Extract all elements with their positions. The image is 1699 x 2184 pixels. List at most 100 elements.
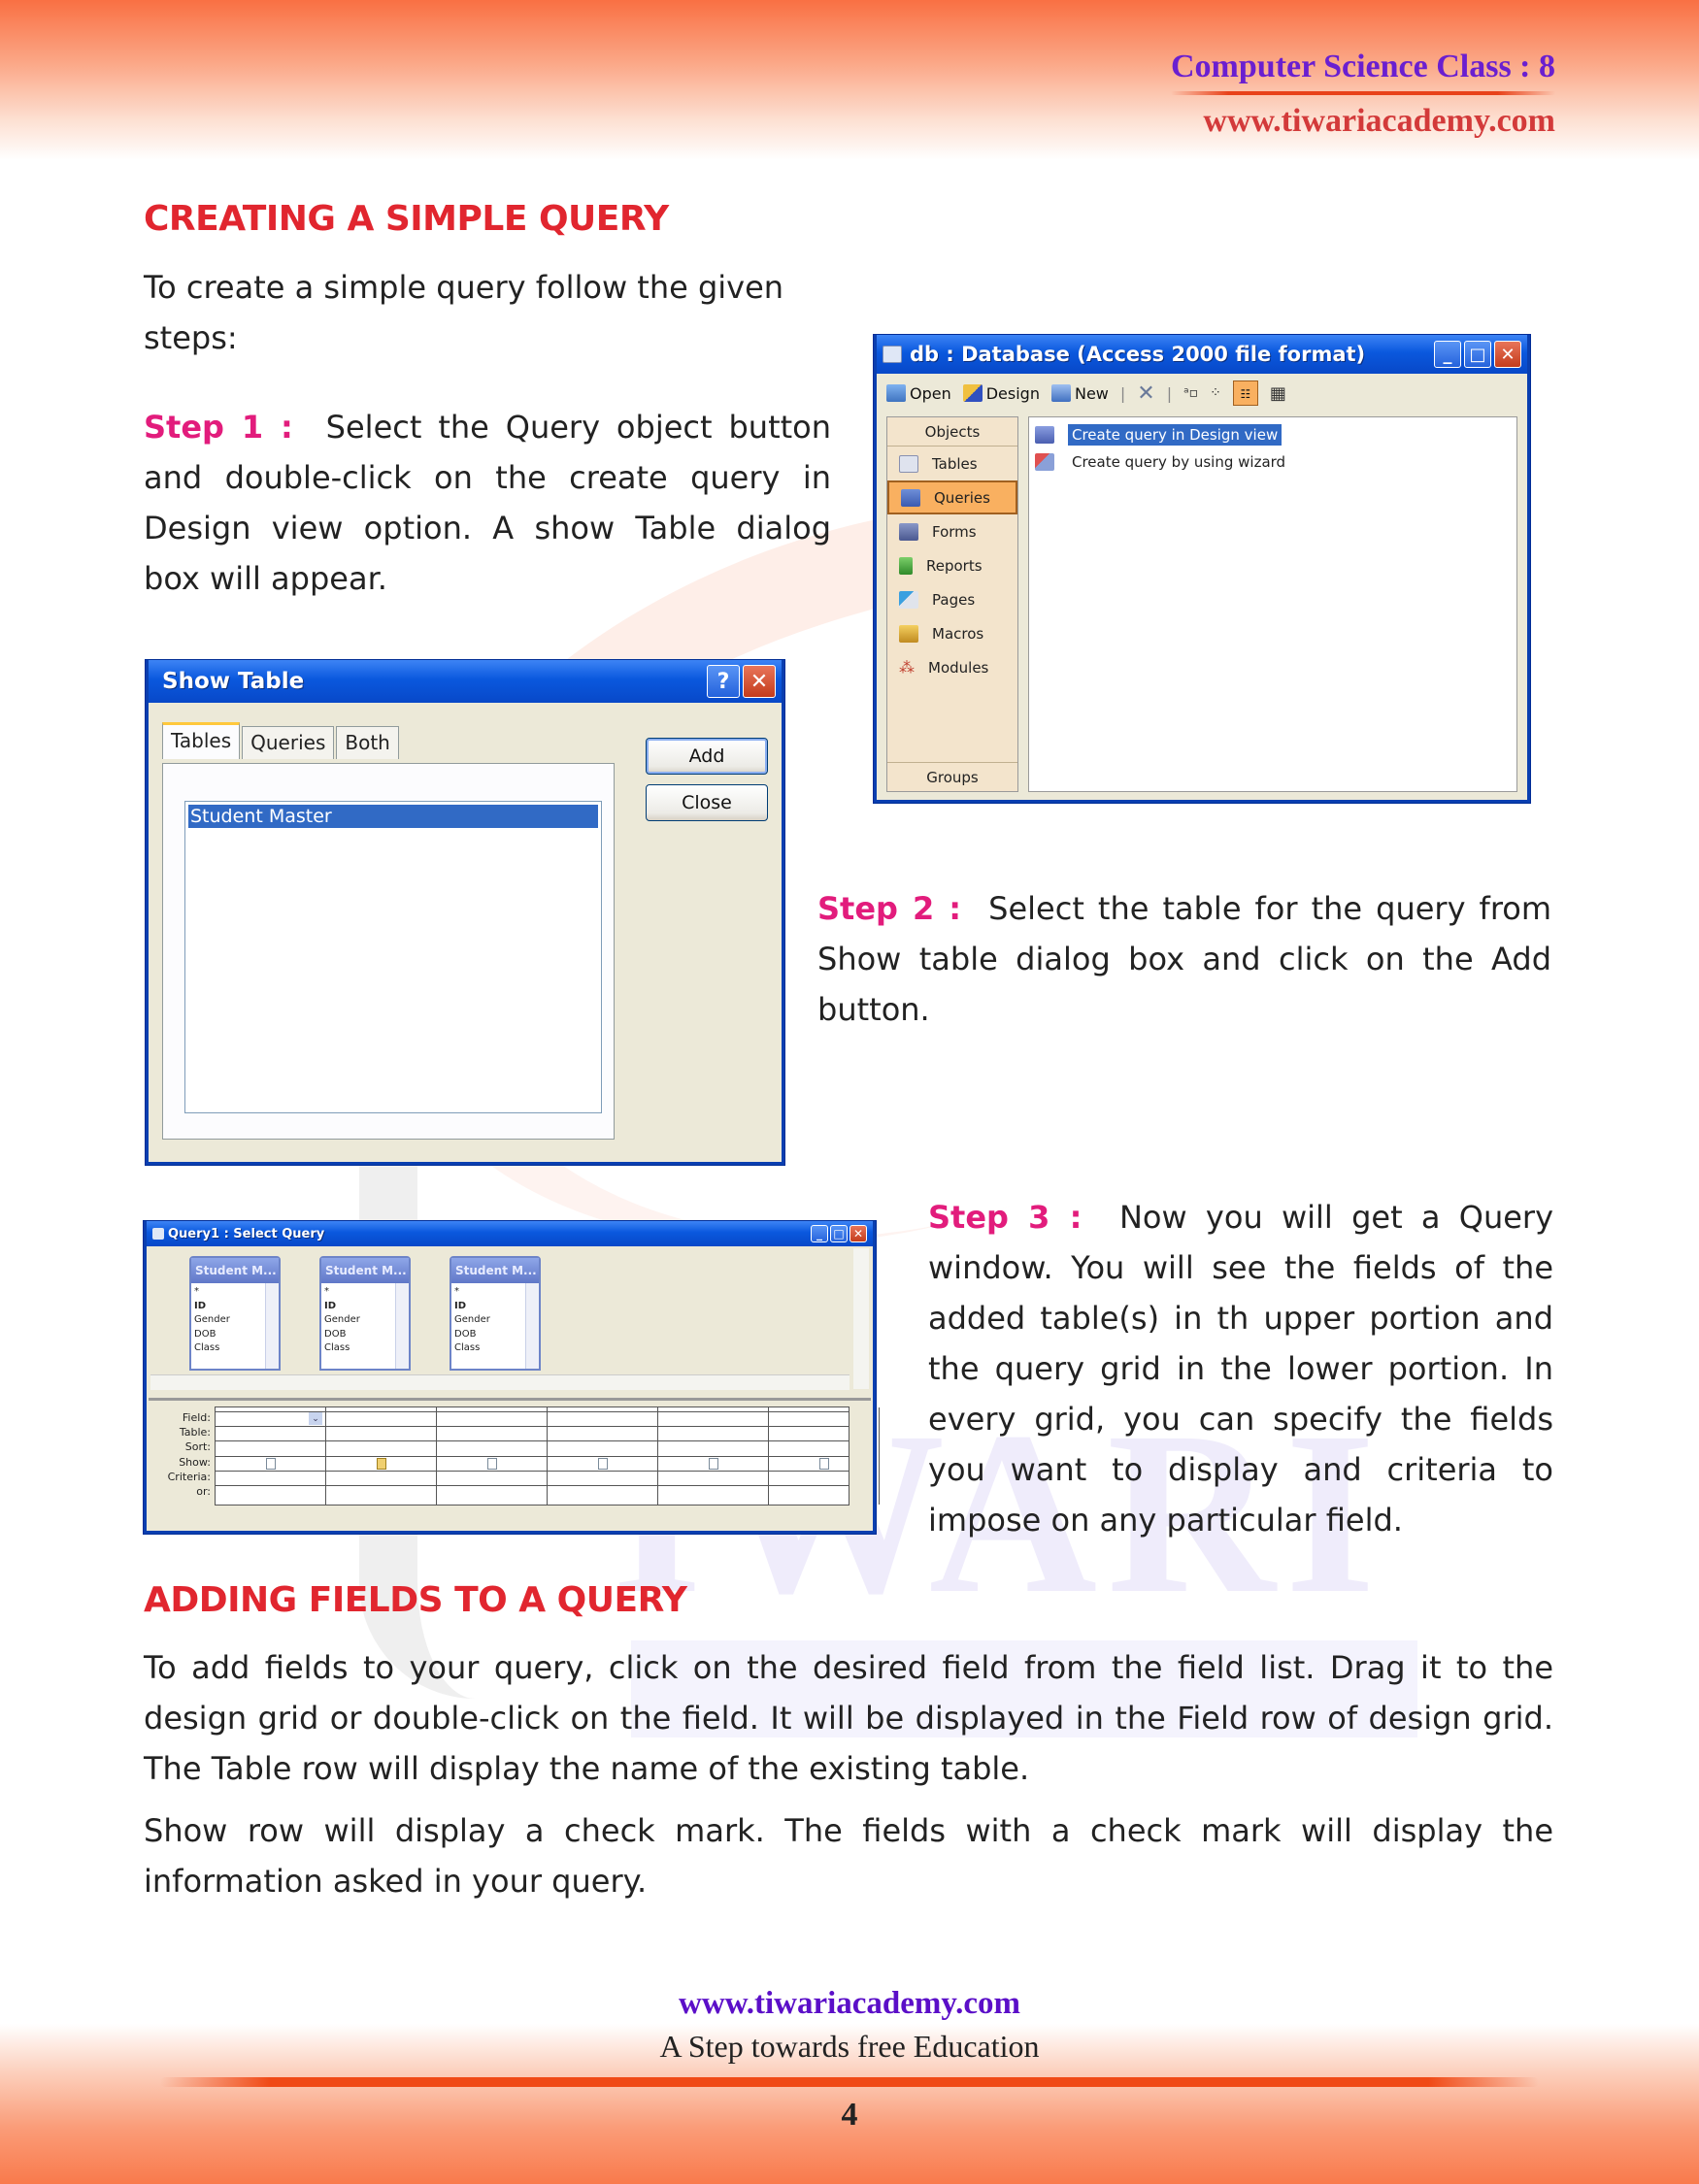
details-view-icon[interactable]: ▦ xyxy=(1270,383,1286,404)
page-header: Computer Science Class : 8 www.tiwariaca… xyxy=(1171,49,1555,140)
sidebar-item-macros[interactable]: Macros xyxy=(887,616,1017,650)
sidebar-item-label: Reports xyxy=(926,556,983,575)
database-window-titlebar[interactable]: db : Database (Access 2000 file format) … xyxy=(877,335,1527,374)
show-checkbox[interactable] xyxy=(819,1457,829,1470)
minimize-button[interactable]: _ xyxy=(811,1225,828,1242)
header-url[interactable]: www.tiwariacademy.com xyxy=(1171,103,1555,140)
show-checkbox[interactable] xyxy=(598,1457,608,1470)
table-pane-horizontal-scrollbar[interactable] xyxy=(150,1374,850,1390)
toolbar-new-button[interactable]: New xyxy=(1050,383,1109,403)
show-checkbox[interactable] xyxy=(377,1457,386,1470)
large-icons-view-icon[interactable]: ᵃ▫ xyxy=(1183,385,1198,401)
sidebar-item-reports[interactable]: Reports xyxy=(887,548,1017,582)
database-window: db : Database (Access 2000 file format) … xyxy=(874,335,1530,803)
field-list-scrollbar[interactable] xyxy=(525,1283,539,1369)
field-list-scrollbar[interactable] xyxy=(395,1283,409,1369)
design-grid-pane: Field: Table: Sort: Show: Criteria: or: … xyxy=(149,1398,880,1529)
close-button[interactable]: Close xyxy=(646,784,768,821)
field-list[interactable]: Student M... * ID Gender DOB Class xyxy=(189,1256,281,1371)
step-2: Step 2 : Select the table for the query … xyxy=(817,883,1551,1035)
toolbar-open-button[interactable]: Open xyxy=(886,384,951,403)
table-icon xyxy=(899,454,918,473)
database-window-title: db : Database (Access 2000 file format) xyxy=(910,343,1366,366)
step-1-label: Step 1 : xyxy=(144,409,293,446)
footer-url[interactable]: www.tiwariacademy.com xyxy=(0,1986,1699,2022)
list-item-label: Create query in Design view xyxy=(1068,424,1283,446)
groups-header[interactable]: Groups xyxy=(887,762,1017,791)
new-icon xyxy=(1050,384,1071,402)
header-title: Computer Science Class : 8 xyxy=(1171,49,1555,84)
field-list[interactable]: Student M... * ID Gender DOB Class xyxy=(319,1256,411,1371)
sidebar-item-pages[interactable]: Pages xyxy=(887,582,1017,616)
header-divider xyxy=(1171,91,1555,95)
close-dialog-button[interactable]: ✕ xyxy=(743,665,776,698)
table-pane: Student M... * ID Gender DOB Class Stude… xyxy=(149,1248,871,1394)
grid-label-show: Show: xyxy=(179,1455,211,1469)
show-table-titlebar[interactable]: Show Table ? ✕ xyxy=(149,660,782,703)
show-table-dialog: Show Table ? ✕ Tables Queries Both Stude… xyxy=(146,660,784,1165)
field-list-title[interactable]: Student M... xyxy=(321,1258,409,1283)
step-3: Step 3 : Now you will get a Query window… xyxy=(928,1192,1553,1545)
design-grid[interactable]: ⌄ xyxy=(215,1406,880,1506)
field-list-title[interactable]: Student M... xyxy=(451,1258,539,1283)
toolbar-design-label: Design xyxy=(985,383,1040,403)
database-toolbar: Open Design New | ✕ | ᵃ▫ ⁘ ☷ ▦ xyxy=(877,374,1527,413)
adding-fields-paragraph-1: To add fields to your query, click on th… xyxy=(144,1649,1553,1787)
wizard-icon xyxy=(1035,453,1054,471)
help-button[interactable]: ? xyxy=(707,665,740,698)
database-icon xyxy=(883,346,902,363)
toolbar-design-button[interactable]: Design xyxy=(962,383,1040,403)
page-icon xyxy=(899,590,918,609)
report-icon xyxy=(899,556,913,575)
intro-text: To create a simple query follow the give… xyxy=(144,269,784,356)
toolbar-new-label: New xyxy=(1074,383,1109,403)
show-checkbox[interactable] xyxy=(709,1457,718,1470)
objects-header[interactable]: Objects xyxy=(887,417,1017,447)
open-icon xyxy=(886,384,906,402)
tab-tables[interactable]: Tables xyxy=(162,722,241,759)
footer-tagline: A Step towards free Education xyxy=(659,2029,1040,2064)
list-item-create-wizard[interactable]: Create query by using wizard xyxy=(1035,448,1511,476)
grid-row-divider xyxy=(216,1440,849,1442)
add-button[interactable]: Add xyxy=(646,738,768,775)
maximize-button[interactable]: □ xyxy=(830,1225,848,1242)
grid-label-field: Field: xyxy=(182,1411,211,1424)
minimize-button[interactable]: _ xyxy=(1434,341,1461,368)
sidebar-item-label: Tables xyxy=(932,454,978,473)
objects-sidebar: Objects Tables Queries Forms Reports Pag… xyxy=(886,416,1018,792)
query-window-title: Query1 : Select Query xyxy=(168,1226,325,1241)
tab-both[interactable]: Both xyxy=(336,726,399,759)
sidebar-item-label: Modules xyxy=(928,658,989,677)
tab-queries[interactable]: Queries xyxy=(242,726,335,759)
tables-listbox[interactable]: Student Master xyxy=(184,801,602,1113)
tables-tab-panel: Student Master xyxy=(162,763,615,1140)
field-list-scrollbar[interactable] xyxy=(265,1283,279,1369)
list-view-icon[interactable]: ☷ xyxy=(1232,381,1258,406)
small-icons-view-icon[interactable]: ⁘ xyxy=(1210,385,1221,401)
show-checkbox[interactable] xyxy=(266,1457,276,1470)
close-button[interactable]: ✕ xyxy=(850,1225,867,1242)
delete-icon[interactable]: ✕ xyxy=(1137,381,1154,406)
table-list-item-student-master[interactable]: Student Master xyxy=(188,805,598,828)
list-item-create-design-view[interactable]: Create query in Design view xyxy=(1035,421,1511,448)
sidebar-item-modules[interactable]: ⁂ Modules xyxy=(887,650,1017,684)
field-list[interactable]: Student M... * ID Gender DOB Class xyxy=(450,1256,541,1371)
show-checkbox[interactable] xyxy=(487,1457,497,1470)
maximize-button[interactable]: □ xyxy=(1464,341,1491,368)
query-options-list: Create query in Design view Create query… xyxy=(1028,416,1517,792)
show-table-title: Show Table xyxy=(162,669,305,694)
sidebar-item-tables[interactable]: Tables xyxy=(887,447,1017,480)
grid-label-or: or: xyxy=(196,1485,211,1499)
database-body: Objects Tables Queries Forms Reports Pag… xyxy=(886,416,1517,792)
design-view-icon xyxy=(1035,426,1054,444)
sidebar-item-queries[interactable]: Queries xyxy=(887,480,1017,514)
sidebar-item-label: Queries xyxy=(934,488,990,507)
close-button[interactable]: ✕ xyxy=(1494,341,1521,368)
table-pane-vertical-scrollbar[interactable] xyxy=(853,1248,869,1389)
field-list-title[interactable]: Student M... xyxy=(191,1258,279,1283)
footer-divider xyxy=(160,2077,1539,2087)
query-window-icon xyxy=(152,1228,164,1240)
sidebar-item-forms[interactable]: Forms xyxy=(887,514,1017,548)
field-dropdown-icon[interactable]: ⌄ xyxy=(309,1412,322,1425)
query-window-titlebar[interactable]: Query1 : Select Query _ □ ✕ xyxy=(147,1221,873,1246)
